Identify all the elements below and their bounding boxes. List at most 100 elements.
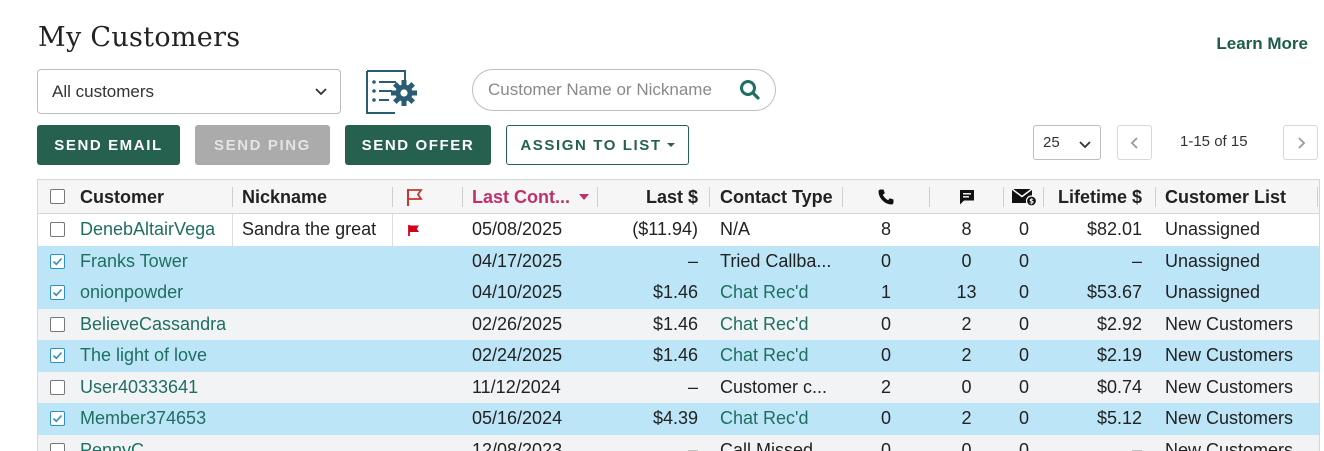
cell-last-amount: ($11.94) (632, 219, 698, 240)
table-row[interactable]: Member374653 05/16/2024 $4.39 Chat Rec'd 0 2 0… (38, 403, 1319, 435)
pager-range: 1-15 of 15 (1180, 133, 1248, 150)
table-row[interactable]: onionpowder 04/10/2025 $1.46 Chat Rec'd 1 13 0… (38, 277, 1319, 309)
column-customer[interactable]: Customer (80, 180, 164, 214)
table-row[interactable]: DenebAltairVega Sandra the great 05/08/202… (38, 214, 1319, 246)
row-checkbox[interactable] (50, 222, 65, 237)
cell-last-amount: – (687, 376, 698, 397)
table-row[interactable]: User40333641 11/12/2024 – Customer c... 2 0 0 $… (38, 371, 1319, 404)
cell-mails: 0 (1018, 408, 1029, 429)
cell-calls: 0 (880, 250, 891, 271)
cell-lifetime: $82.01 (1086, 219, 1142, 240)
cell-customer-list: Unassigned (1165, 250, 1261, 271)
cell-mails: 0 (1018, 250, 1029, 271)
page-size-select[interactable]: 25 (1033, 125, 1101, 160)
cell-lifetime: $0.74 (1096, 376, 1142, 397)
table-header: Customer Nickname Last Cont... Last $ Co… (38, 180, 1319, 214)
assign-to-list-button[interactable]: ASSIGN TO LIST (506, 125, 689, 165)
cell-mails: 0 (1018, 345, 1029, 366)
cell-lifetime: $53.67 (1086, 282, 1142, 303)
cell-contact-type: Tried Callba... (720, 250, 832, 271)
cell-customer-list: New Customers (1165, 345, 1294, 366)
cell-customer-list: New Customers (1165, 408, 1294, 429)
learn-more-link[interactable]: Learn More (1216, 34, 1308, 54)
cell-lifetime: – (1131, 250, 1142, 271)
cell-contact-type[interactable]: Chat Rec'd (720, 277, 838, 309)
column-customer-list[interactable]: Customer List (1165, 180, 1286, 214)
list-settings-icon[interactable] (365, 70, 419, 114)
cell-last-amount: $1.46 (652, 345, 698, 366)
chevron-left-icon (1130, 136, 1138, 149)
send-offer-button[interactable]: SEND OFFER (345, 125, 491, 165)
cell-calls: 8 (880, 219, 891, 240)
cell-customer[interactable]: Franks Tower (80, 246, 188, 278)
column-last-amount[interactable]: Last $ (598, 180, 698, 214)
column-calls[interactable] (843, 180, 929, 214)
customer-filter-value: All customers (52, 81, 155, 101)
send-ping-button[interactable]: SEND PING (195, 125, 330, 165)
cell-customer-list: New Customers (1165, 376, 1294, 397)
chevron-right-icon (1297, 136, 1305, 149)
cell-calls: 0 (880, 345, 891, 366)
table-row[interactable]: BelieveCassandra 02/26/2025 $1.46 Chat Rec'… (38, 308, 1319, 341)
customer-filter-select[interactable]: All customers (37, 69, 341, 114)
cell-contact-type[interactable]: Chat Rec'd (720, 309, 838, 341)
cell-customer[interactable]: onionpowder (80, 277, 183, 309)
flag-icon[interactable] (393, 214, 435, 246)
table-row[interactable]: The light of love 02/24/2025 $1.46 Chat Rec… (38, 340, 1319, 372)
row-checkbox[interactable] (50, 348, 65, 363)
next-page-button[interactable] (1283, 125, 1318, 160)
cell-contact-type[interactable]: Chat Rec'd (720, 403, 838, 435)
column-chats[interactable] (930, 180, 1003, 214)
search-icon[interactable] (739, 79, 761, 101)
cell-mails: 0 (1018, 313, 1029, 334)
column-nickname[interactable]: Nickname (242, 180, 327, 214)
row-checkbox[interactable] (50, 379, 65, 395)
cell-customer[interactable]: BelieveCassandra (80, 309, 226, 341)
cell-contact-type[interactable]: Chat Rec'd (720, 340, 838, 372)
cell-customer[interactable]: PennyC (80, 435, 144, 451)
chevron-down-icon (1079, 141, 1091, 149)
cell-last-amount: – (687, 439, 698, 451)
page-title: My Customers (38, 22, 241, 53)
cell-chats: 8 (961, 219, 972, 240)
chat-icon (959, 190, 974, 205)
cell-calls: 2 (880, 376, 891, 397)
cell-mails: 0 (1018, 219, 1029, 240)
send-email-button[interactable]: SEND EMAIL (37, 125, 180, 165)
table-row[interactable]: Franks Tower 04/17/2025 – Tried Callba... 0 0… (38, 245, 1319, 278)
column-contact-type[interactable]: Contact Type (720, 180, 833, 214)
cell-nickname: Sandra the great (242, 219, 377, 240)
cell-calls: 0 (880, 439, 891, 451)
caret-down-icon (666, 143, 675, 147)
cell-contact-type: Customer c... (720, 376, 828, 397)
cell-customer-list: New Customers (1165, 313, 1294, 334)
cell-calls: 1 (880, 282, 891, 303)
row-checkbox[interactable] (50, 253, 65, 269)
sort-desc-icon (579, 194, 589, 200)
search-input[interactable] (488, 80, 720, 100)
flag-icon (407, 189, 423, 206)
cell-lifetime: $2.19 (1096, 345, 1142, 366)
cell-last-contact: 02/24/2025 (472, 345, 563, 366)
cell-customer[interactable]: The light of love (80, 340, 207, 372)
column-last-contact[interactable]: Last Cont... (472, 180, 589, 214)
row-checkbox[interactable] (50, 442, 65, 451)
cell-last-amount: $1.46 (652, 313, 698, 334)
prev-page-button[interactable] (1117, 125, 1152, 160)
cell-customer[interactable]: Member374653 (80, 403, 206, 435)
column-mails[interactable]: $ (1004, 180, 1044, 214)
cell-last-amount: $4.39 (652, 408, 698, 429)
table-row[interactable]: PennyC 12/08/2023 – Call Missed 0 0 0 – New Cust… (38, 434, 1319, 451)
cell-customer[interactable]: DenebAltairVega (80, 214, 215, 246)
cell-customer-list: New Customers (1165, 439, 1294, 451)
cell-chats: 2 (961, 313, 972, 334)
assign-to-list-label: ASSIGN TO LIST (520, 136, 662, 154)
row-checkbox[interactable] (50, 285, 65, 300)
cell-customer[interactable]: User40333641 (80, 372, 198, 404)
column-flag[interactable] (393, 180, 435, 214)
column-lifetime[interactable]: Lifetime $ (1044, 180, 1142, 214)
row-checkbox[interactable] (50, 316, 65, 332)
cell-chats: 0 (961, 250, 972, 271)
select-all-checkbox[interactable] (50, 189, 65, 204)
row-checkbox[interactable] (50, 411, 65, 426)
